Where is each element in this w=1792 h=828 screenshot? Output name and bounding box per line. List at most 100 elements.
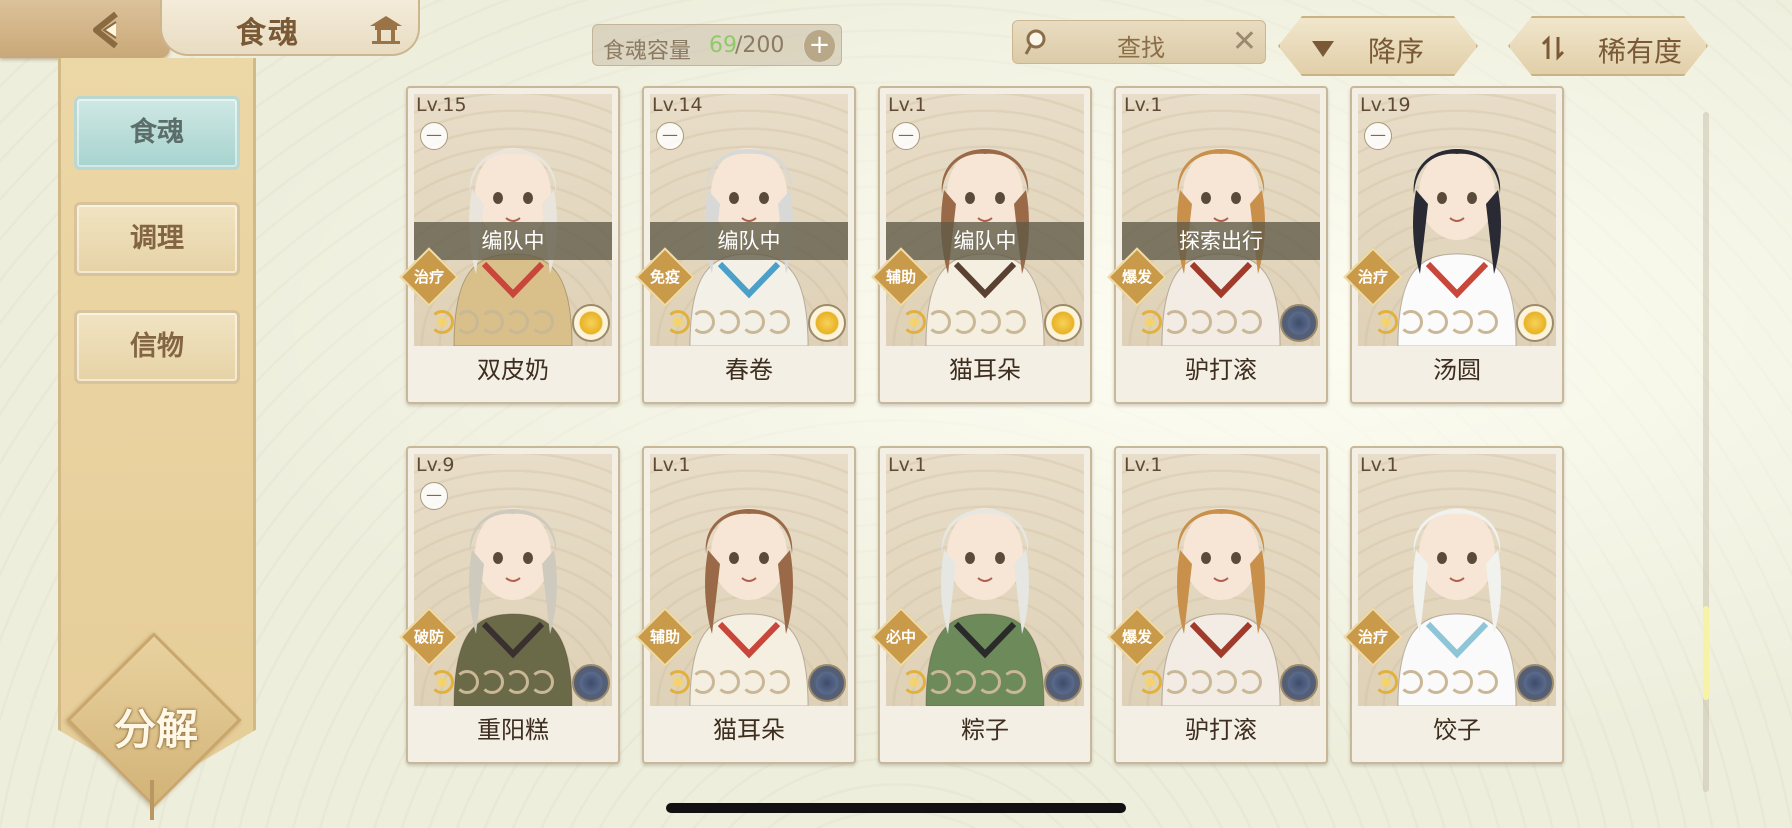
search-box[interactable]: 查找 ✕ (1012, 20, 1266, 64)
food-soul-card[interactable]: Lv.9 — 破防 重阳糕 (399, 446, 620, 764)
character-name: 驴打滚 (1185, 716, 1257, 744)
character-name: 猫耳朵 (713, 716, 785, 744)
scrollbar-thumb[interactable] (1703, 606, 1709, 700)
star-icon (480, 670, 504, 694)
star-rating (430, 310, 555, 336)
level-label: Lv.9 (416, 454, 455, 476)
star-icon (1449, 670, 1473, 694)
star-icon (1238, 670, 1262, 694)
page-title: 食魂 (236, 16, 300, 51)
sort-order-button[interactable]: 降序 (1278, 16, 1478, 76)
star-icon (1188, 310, 1212, 334)
star-icon (691, 310, 715, 334)
role-label: 爆发 (1121, 268, 1152, 286)
star-icon (1424, 310, 1448, 334)
character-name: 猫耳朵 (949, 356, 1021, 384)
level-label: Lv.19 (1360, 94, 1411, 116)
lock-icon[interactable]: — (420, 482, 448, 510)
star-icon (1424, 670, 1448, 694)
star-icon (1163, 670, 1187, 694)
star-icon (1002, 310, 1026, 334)
star-icon (1138, 310, 1162, 334)
star-rating (1374, 670, 1499, 696)
tab-keepsakes[interactable]: 信物 (74, 310, 240, 384)
star-icon (530, 310, 554, 334)
back-button[interactable] (0, 0, 170, 58)
food-soul-card[interactable]: Lv.1 辅助猫耳朵 (635, 446, 856, 764)
rarity-flower-icon (808, 664, 846, 702)
star-icon (505, 310, 529, 334)
role-label: 治疗 (1357, 628, 1388, 646)
food-soul-card[interactable]: Lv.1 探索出行 爆发 驴打滚 (1107, 86, 1328, 404)
star-icon (977, 310, 1001, 334)
role-label: 辅助 (649, 628, 680, 646)
character-name: 饺子 (1433, 716, 1481, 744)
food-soul-card[interactable]: Lv.1 必中 粽子 (871, 446, 1092, 764)
role-label: 必中 (885, 628, 916, 646)
rarity-flower-icon (572, 664, 610, 702)
role-label: 治疗 (413, 268, 444, 286)
star-icon (927, 310, 951, 334)
sort-key-label: 稀有度 (1598, 35, 1683, 68)
star-icon (1374, 670, 1398, 694)
star-icon (1163, 310, 1187, 334)
status-banner: 编队中 (414, 222, 612, 260)
star-icon (902, 310, 926, 334)
star-icon (1449, 310, 1473, 334)
character-name: 春卷 (725, 356, 773, 384)
level-label: Lv.1 (652, 454, 691, 476)
role-label: 辅助 (885, 268, 916, 286)
star-rating (430, 670, 555, 696)
food-soul-card[interactable]: Lv.1 爆发 驴打滚 (1107, 446, 1328, 764)
sort-order-label: 降序 (1368, 35, 1425, 68)
star-icon (1374, 310, 1398, 334)
role-label: 治疗 (1357, 268, 1388, 286)
tab-cooking[interactable]: 调理 (74, 202, 240, 276)
clear-search-icon[interactable]: ✕ (1232, 25, 1257, 59)
star-icon (952, 310, 976, 334)
character-name: 双皮奶 (477, 356, 549, 384)
star-icon (902, 670, 926, 694)
lock-icon[interactable]: — (1364, 122, 1392, 150)
food-soul-card[interactable]: Lv.1 治疗 饺子 (1343, 446, 1564, 764)
lock-icon[interactable]: — (656, 122, 684, 150)
tassel-decoration (150, 780, 154, 820)
rarity-flower-icon (1516, 664, 1554, 702)
star-icon (1213, 310, 1237, 334)
food-soul-card[interactable]: Lv.19 — 治疗 汤圆 (1343, 86, 1564, 404)
star-rating (666, 670, 791, 696)
star-icon (1002, 670, 1026, 694)
rarity-flower-icon (1044, 304, 1082, 342)
home-indicator[interactable] (666, 803, 1126, 813)
star-icon (1399, 310, 1423, 334)
star-icon (741, 310, 765, 334)
capacity-counter: 食魂容量 69 /200 + (592, 24, 842, 66)
star-rating (1138, 310, 1263, 336)
star-icon (455, 670, 479, 694)
add-capacity-button[interactable]: + (803, 30, 835, 62)
star-icon (1474, 670, 1498, 694)
star-icon (977, 670, 1001, 694)
star-icon (1138, 670, 1162, 694)
star-icon (1238, 310, 1262, 334)
star-icon (716, 310, 740, 334)
level-label: Lv.1 (888, 454, 927, 476)
food-soul-card[interactable]: Lv.1 — 编队中 辅助 猫耳朵 (871, 86, 1092, 404)
search-placeholder: 查找 (1117, 34, 1165, 62)
tab-food-souls[interactable]: 食魂 (74, 96, 240, 170)
sort-key-button[interactable]: 稀有度 (1508, 16, 1708, 76)
star-icon (1474, 310, 1498, 334)
star-icon (1399, 670, 1423, 694)
food-soul-card[interactable]: Lv.15 — 编队中 治疗 双皮奶 (399, 86, 620, 404)
star-icon (530, 670, 554, 694)
star-icon (691, 670, 715, 694)
star-icon (952, 670, 976, 694)
lock-icon[interactable]: — (892, 122, 920, 150)
star-rating (1374, 310, 1499, 336)
food-soul-card[interactable]: Lv.14 — 编队中 免疫 春卷 (635, 86, 856, 404)
star-icon (766, 670, 790, 694)
star-icon (1213, 670, 1237, 694)
rarity-flower-icon (572, 304, 610, 342)
lock-icon[interactable]: — (420, 122, 448, 150)
pavilion-home-icon[interactable] (366, 12, 406, 46)
